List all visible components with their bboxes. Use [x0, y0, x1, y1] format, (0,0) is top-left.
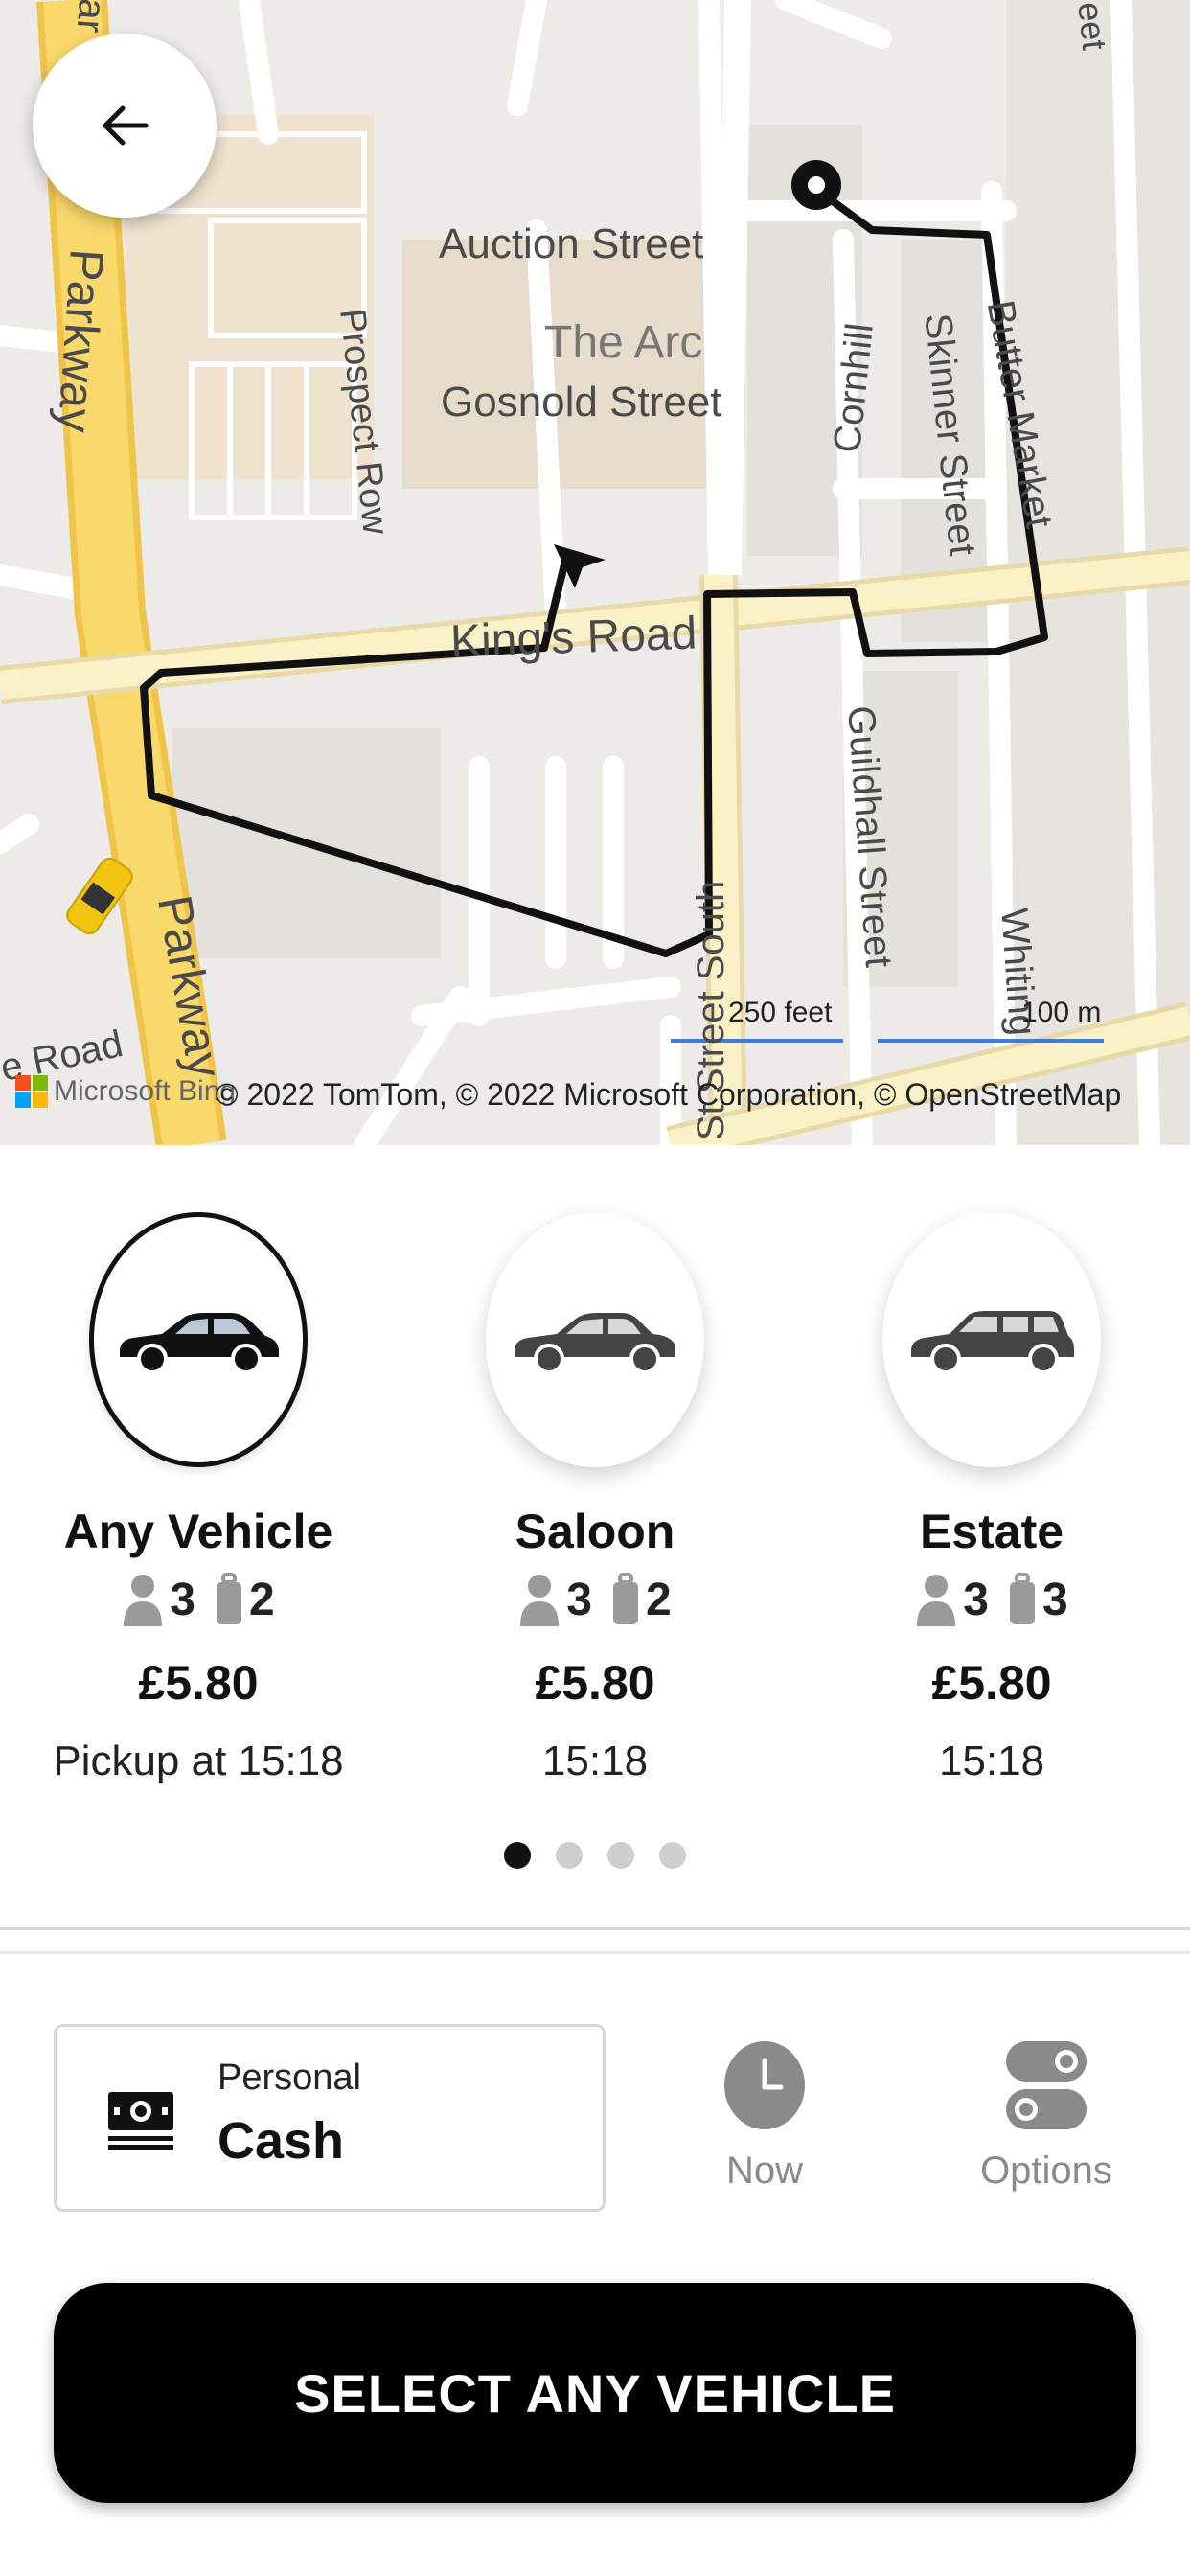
luggage-icon [217, 1573, 241, 1624]
vehicle-capacity: 3 3 [793, 1573, 1190, 1626]
luggage-icon [1010, 1573, 1035, 1624]
payment-method-selector[interactable]: Personal Cash [54, 2024, 606, 2212]
now-label: Now [725, 2150, 804, 2192]
pagination-dot[interactable] [504, 1842, 531, 1869]
schedule-now-button[interactable]: Now [705, 2039, 824, 2193]
passenger-count: 3 [566, 1574, 592, 1625]
luggage-icon [613, 1573, 638, 1624]
vehicle-price: £5.80 [535, 1656, 655, 1710]
vehicle-capacity: 3 2 [0, 1573, 397, 1626]
clock-icon [724, 2041, 805, 2129]
passenger-icon [124, 1575, 163, 1626]
select-vehicle-button[interactable]: SELECT ANY VEHICLE [54, 2283, 1136, 2503]
pagination-dot[interactable] [607, 1842, 634, 1869]
vehicle-pickup-time: 15:18 [541, 1737, 649, 1784]
options-button[interactable]: Options [968, 2039, 1125, 2193]
pagination-dot[interactable] [659, 1842, 686, 1869]
street-label: King's Road [449, 608, 698, 668]
street-label: The Arc [544, 317, 703, 368]
passenger-icon [917, 1575, 956, 1626]
microsoft-logo: Microsoft Bing [15, 1075, 236, 1108]
vehicle-pickup-time: 15:18 [938, 1737, 1045, 1784]
vehicle-capacity: 3 2 [397, 1573, 793, 1626]
divider [0, 1951, 1190, 1954]
back-button[interactable] [33, 34, 217, 218]
estate-car-icon [911, 1311, 1074, 1374]
luggage-count: 2 [249, 1574, 275, 1625]
vehicle-option-saloon[interactable]: Saloon 3 2 £5.80 15:18 [397, 1212, 793, 1785]
vehicle-option-any[interactable]: Any Vehicle 3 2 £5.80 Pickup at 15:18 [0, 1212, 397, 1785]
divider [0, 1927, 1190, 1930]
map-provider-label: Microsoft Bing [54, 1075, 237, 1107]
vehicle-name: Estate [919, 1505, 1064, 1558]
carousel-pagination [0, 1842, 1190, 1869]
vehicle-pickup-time: Pickup at 15:18 [53, 1737, 344, 1784]
street-label: Auction Street [439, 220, 704, 267]
street-label: ar [68, 0, 113, 34]
passenger-icon [520, 1575, 560, 1626]
street-label: Gosnold Street [441, 379, 722, 426]
map-view[interactable]: Auction Street The Arc Gosnold Street Pr… [0, 0, 1190, 1145]
options-label: Options [980, 2150, 1112, 2192]
street-label: eet [1070, 0, 1115, 53]
vehicle-selector: Any Vehicle 3 2 £5.80 Pickup at 15:18 Sa… [0, 1145, 1190, 1931]
hatchback-car-icon [120, 1313, 279, 1374]
map-copyright[interactable]: © 2022 TomTom, © 2022 Microsoft Corporat… [216, 1077, 1121, 1113]
arrow-left-icon [103, 105, 149, 146]
scale-meters-label: 100 m [1021, 997, 1102, 1028]
passenger-count: 3 [170, 1574, 195, 1625]
vehicle-price: £5.80 [138, 1656, 259, 1710]
vehicle-name: Saloon [515, 1505, 675, 1558]
vehicle-option-estate[interactable]: Estate 3 3 £5.80 15:18 [793, 1212, 1190, 1785]
vehicle-name: Any Vehicle [63, 1505, 333, 1558]
cash-icon [108, 2092, 173, 2150]
toggle-options-icon [1006, 2041, 1087, 2129]
payment-account-label: Personal [217, 2058, 361, 2098]
pagination-dot[interactable] [556, 1842, 583, 1869]
vehicle-image-circle [486, 1212, 704, 1467]
payment-method-label: Cash [217, 2112, 345, 2170]
luggage-count: 2 [646, 1574, 672, 1625]
vehicle-image-circle [882, 1212, 1101, 1467]
vehicle-price: £5.80 [931, 1656, 1052, 1710]
microsoft-logo-icon [15, 1075, 48, 1108]
luggage-count: 3 [1042, 1574, 1068, 1625]
passenger-count: 3 [963, 1574, 989, 1625]
saloon-car-icon [515, 1313, 675, 1374]
vehicle-image-circle [89, 1212, 308, 1467]
scale-feet-label: 250 feet [728, 997, 833, 1028]
